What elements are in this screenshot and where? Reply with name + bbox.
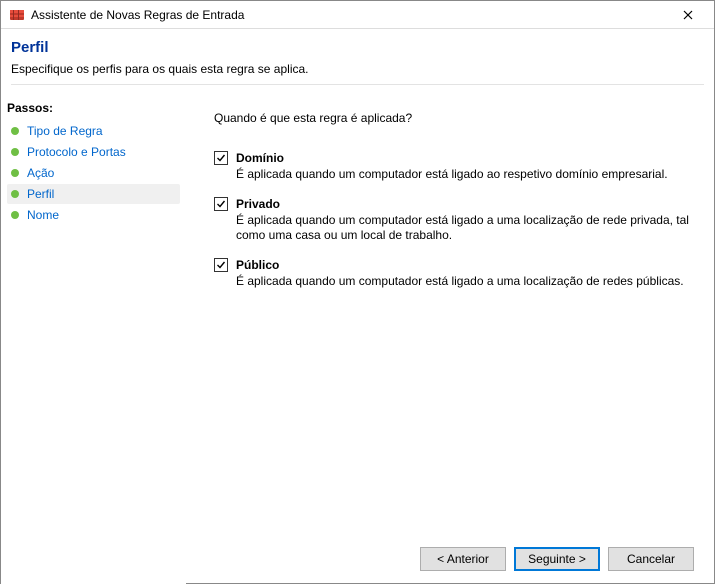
steps-sidebar: Passos: Tipo de Regra Protocolo e Portas… bbox=[1, 93, 186, 585]
option-label: Domínio bbox=[236, 151, 284, 165]
step-name[interactable]: Nome bbox=[7, 205, 180, 225]
bullet-icon bbox=[11, 127, 19, 135]
step-label: Nome bbox=[27, 208, 59, 222]
header-divider bbox=[11, 84, 704, 85]
option-desc: É aplicada quando um computador está lig… bbox=[236, 167, 690, 183]
bullet-icon bbox=[11, 211, 19, 219]
firewall-icon bbox=[9, 7, 25, 23]
option-label: Privado bbox=[236, 197, 280, 211]
steps-heading: Passos: bbox=[7, 101, 180, 115]
step-rule-type[interactable]: Tipo de Regra bbox=[7, 121, 180, 141]
step-action[interactable]: Ação bbox=[7, 163, 180, 183]
wizard-header: Perfil Especifique os perfis para os qua… bbox=[1, 29, 714, 93]
bullet-icon bbox=[11, 169, 19, 177]
bullet-icon bbox=[11, 190, 19, 198]
wizard-body: Passos: Tipo de Regra Protocolo e Portas… bbox=[1, 93, 714, 585]
wizard-footer: < Anterior Seguinte > Cancelar bbox=[420, 547, 694, 571]
option-private: Privado É aplicada quando um computador … bbox=[214, 197, 690, 244]
titlebar: Assistente de Novas Regras de Entrada bbox=[1, 1, 714, 29]
checkbox-private[interactable] bbox=[214, 197, 228, 211]
bullet-icon bbox=[11, 148, 19, 156]
check-icon bbox=[216, 199, 226, 209]
wizard-main: Quando é que esta regra é aplicada? Domí… bbox=[186, 93, 714, 585]
option-domain: Domínio É aplicada quando um computador … bbox=[214, 151, 690, 183]
checkbox-public[interactable] bbox=[214, 258, 228, 272]
step-protocol-ports[interactable]: Protocolo e Portas bbox=[7, 142, 180, 162]
question-text: Quando é que esta regra é aplicada? bbox=[214, 111, 690, 125]
option-label: Público bbox=[236, 258, 279, 272]
page-subtitle: Especifique os perfis para os quais esta… bbox=[11, 62, 704, 76]
option-desc: É aplicada quando um computador está lig… bbox=[236, 213, 690, 244]
step-profile[interactable]: Perfil bbox=[7, 184, 180, 204]
step-label: Ação bbox=[27, 166, 54, 180]
check-icon bbox=[216, 153, 226, 163]
back-button[interactable]: < Anterior bbox=[420, 547, 506, 571]
cancel-button[interactable]: Cancelar bbox=[608, 547, 694, 571]
step-label: Tipo de Regra bbox=[27, 124, 103, 138]
option-desc: É aplicada quando um computador está lig… bbox=[236, 274, 690, 290]
close-button[interactable] bbox=[668, 2, 708, 28]
page-title: Perfil bbox=[11, 39, 704, 56]
step-label: Perfil bbox=[27, 187, 54, 201]
check-icon bbox=[216, 260, 226, 270]
next-button[interactable]: Seguinte > bbox=[514, 547, 600, 571]
checkbox-domain[interactable] bbox=[214, 151, 228, 165]
step-label: Protocolo e Portas bbox=[27, 145, 126, 159]
option-public: Público É aplicada quando um computador … bbox=[214, 258, 690, 290]
close-icon bbox=[683, 10, 693, 20]
window-title: Assistente de Novas Regras de Entrada bbox=[31, 8, 668, 22]
